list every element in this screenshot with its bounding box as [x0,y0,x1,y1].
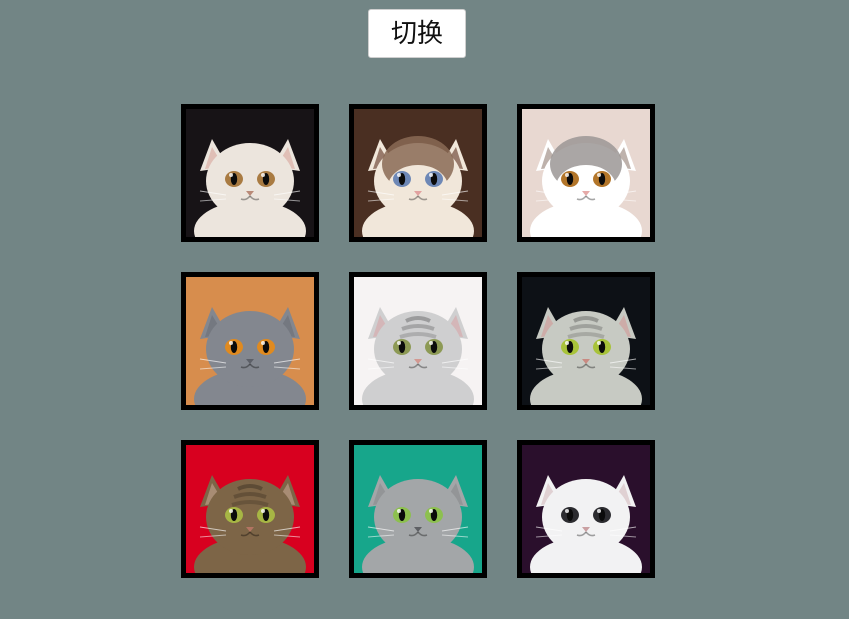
cat-photo [186,445,314,573]
cat-photo [354,109,482,237]
cat-tile-6[interactable] [517,272,655,410]
cat-tile-8[interactable] [349,440,487,578]
cat-photo [186,277,314,405]
cat-tile-5[interactable] [349,272,487,410]
cat-tile-7[interactable] [181,440,319,578]
cat-photo [354,277,482,405]
cat-photo [522,445,650,573]
cat-photo [354,445,482,573]
cat-tile-2[interactable] [349,104,487,242]
cat-image-grid [181,104,655,578]
cat-photo [522,109,650,237]
cat-tile-3[interactable] [517,104,655,242]
cat-photo [186,109,314,237]
cat-tile-1[interactable] [181,104,319,242]
cat-photo [522,277,650,405]
switch-button[interactable]: 切换 [368,9,466,58]
cat-tile-9[interactable] [517,440,655,578]
cat-tile-4[interactable] [181,272,319,410]
